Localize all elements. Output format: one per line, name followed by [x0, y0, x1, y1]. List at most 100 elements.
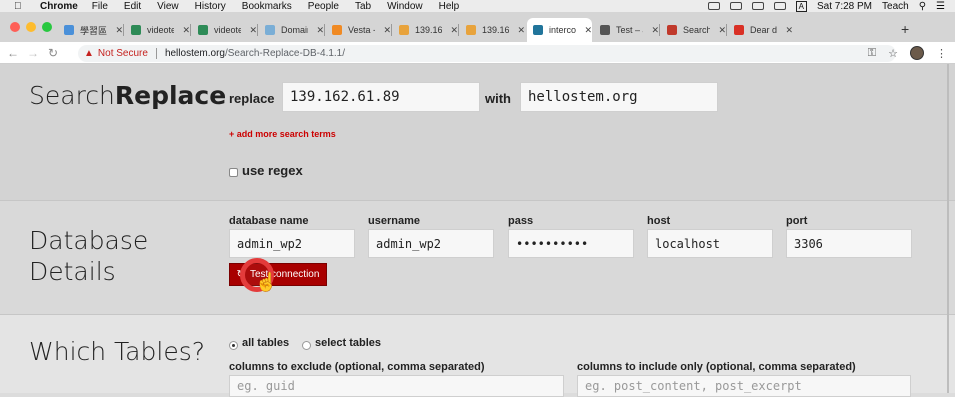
tab-separator: [190, 24, 191, 36]
tab-title: 139.162.: [482, 25, 510, 35]
username-input[interactable]: admin_wp2: [368, 229, 494, 258]
menu-edit[interactable]: Edit: [124, 1, 141, 12]
menu-app-name[interactable]: Chrome: [40, 1, 78, 12]
tab-title: Dear ds: [750, 25, 778, 35]
url-host: hellostem.org: [164, 48, 225, 59]
browser-tab[interactable]: Search R ✕: [661, 18, 726, 42]
tab-separator: [324, 24, 325, 36]
tab-title: Vesta - D: [348, 25, 375, 35]
tab-favicon-icon: [332, 25, 342, 35]
tab-close-icon[interactable]: ✕: [718, 25, 726, 36]
address-bar[interactable]: ▲ Not Secure hellostem.org/Search-Replac…: [78, 45, 896, 62]
menu-tab[interactable]: Tab: [355, 1, 371, 12]
heading-light: Search: [29, 81, 115, 110]
tab-close-icon[interactable]: ✕: [517, 25, 525, 36]
tab-favicon-icon: [600, 25, 610, 35]
bookmark-star-icon[interactable]: ☆: [888, 47, 898, 60]
browser-tab[interactable]: Test – Ju ✕: [594, 18, 659, 42]
battery-icon[interactable]: [773, 2, 786, 10]
browser-tab[interactable]: Vesta - D ✕: [326, 18, 391, 42]
url-text[interactable]: hellostem.org/Search-Replace-DB-4.1.1/: [165, 48, 345, 59]
tab-close-icon[interactable]: ✕: [115, 25, 123, 36]
airplay-icon[interactable]: [729, 2, 742, 10]
menu-clock[interactable]: Sat 7:28 PM: [817, 1, 872, 12]
tab-separator: [458, 24, 459, 36]
browser-tab[interactable]: 139.162. ✕: [393, 18, 458, 42]
forward-icon[interactable]: →: [26, 46, 40, 60]
menu-people[interactable]: People: [308, 1, 339, 12]
columns-include-label: columns to include only (optional, comma…: [577, 361, 856, 373]
select-tables-radio[interactable]: [302, 341, 311, 350]
profile-avatar[interactable]: [910, 46, 924, 60]
tab-close-icon[interactable]: ✕: [785, 25, 793, 36]
pass-input[interactable]: ••••••••••: [508, 229, 634, 258]
new-tab-icon[interactable]: +: [901, 21, 909, 37]
tab-favicon-icon: [64, 25, 74, 35]
tab-close-icon[interactable]: ✕: [584, 25, 592, 36]
browser-tab[interactable]: 學習區 ✕: [58, 18, 123, 42]
browser-tab[interactable]: 139.162. ✕: [460, 18, 525, 42]
database-heading-line1: Database: [29, 226, 149, 255]
wifi-icon[interactable]: [751, 2, 764, 10]
mac-menu-bar:  Chrome File Edit View History Bookmark…: [0, 0, 955, 12]
browser-tab[interactable]: Dear ds ✕: [728, 18, 793, 42]
input-source-icon[interactable]: A: [795, 0, 807, 12]
tab-favicon-icon: [466, 25, 476, 35]
add-more-search-terms-link[interactable]: + add more search terms: [229, 129, 336, 139]
menu-view[interactable]: View: [157, 1, 179, 12]
zoom-window-button[interactable]: [42, 22, 52, 32]
tab-favicon-icon: [533, 25, 543, 35]
apple-icon[interactable]: : [14, 1, 26, 12]
tab-close-icon[interactable]: ✕: [249, 25, 257, 36]
not-secure-label[interactable]: Not Secure: [98, 48, 148, 59]
browser-tab[interactable]: intercon ✕: [527, 18, 592, 42]
menu-user[interactable]: Teach: [882, 1, 909, 12]
key-icon[interactable]: ⚿: [868, 47, 876, 60]
columns-exclude-input[interactable]: eg. guid: [229, 375, 564, 397]
tab-separator: [726, 24, 727, 36]
tab-close-icon[interactable]: ✕: [182, 25, 190, 36]
warning-icon[interactable]: ▲: [84, 48, 94, 59]
spotlight-icon[interactable]: ⚲: [919, 1, 926, 12]
with-input[interactable]: hellostem.org: [520, 82, 718, 112]
use-regex-label[interactable]: use regex: [242, 163, 303, 178]
columns-exclude-label: columns to exclude (optional, comma sepa…: [229, 361, 485, 373]
more-menu-icon[interactable]: ⋮: [936, 47, 947, 60]
tab-close-icon[interactable]: ✕: [450, 25, 458, 36]
menu-bookmarks[interactable]: Bookmarks: [242, 1, 292, 12]
database-name-input[interactable]: admin_wp2: [229, 229, 355, 258]
tab-close-icon[interactable]: ✕: [651, 25, 659, 36]
reload-icon[interactable]: ↻: [46, 46, 60, 60]
tab-close-icon[interactable]: ✕: [316, 25, 324, 36]
all-tables-radio[interactable]: [229, 341, 238, 350]
menu-list-icon[interactable]: ☰: [936, 1, 945, 12]
page-right-edge: [947, 64, 949, 393]
host-input[interactable]: localhost: [647, 229, 773, 258]
host-label: host: [647, 215, 671, 227]
select-tables-label[interactable]: select tables: [315, 337, 381, 349]
back-icon[interactable]: ←: [6, 46, 20, 60]
close-window-button[interactable]: [10, 22, 20, 32]
tab-title: Test – Ju: [616, 25, 643, 35]
replace-input[interactable]: 139.162.61.89: [282, 82, 480, 112]
menu-window[interactable]: Window: [387, 1, 423, 12]
toolbar-icons: ⚿ ☆ ⋮: [868, 46, 947, 60]
username-label: username: [368, 215, 420, 227]
menu-history[interactable]: History: [195, 1, 226, 12]
minimize-window-button[interactable]: [26, 22, 36, 32]
tab-title: Search R: [683, 25, 711, 35]
use-regex-checkbox[interactable]: [229, 168, 238, 177]
browser-tab[interactable]: Domain N ✕: [259, 18, 324, 42]
browser-tab[interactable]: videotest ✕: [125, 18, 190, 42]
database-name-label: database name: [229, 215, 309, 227]
menu-file[interactable]: File: [92, 1, 108, 12]
browser-tab[interactable]: videotest ✕: [192, 18, 257, 42]
port-input[interactable]: 3306: [786, 229, 912, 258]
tab-close-icon[interactable]: ✕: [383, 25, 391, 36]
tab-title: intercon: [549, 25, 577, 35]
all-tables-label[interactable]: all tables: [242, 337, 289, 349]
columns-include-input[interactable]: eg. post_content, post_excerpt: [577, 375, 911, 397]
hand-cursor-icon: ☝: [255, 272, 278, 292]
cloud-icon[interactable]: [707, 2, 720, 10]
menu-help[interactable]: Help: [439, 1, 460, 12]
